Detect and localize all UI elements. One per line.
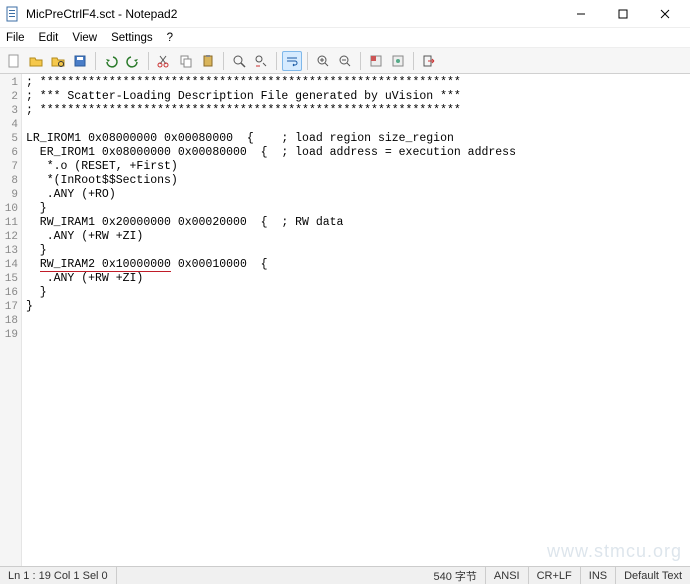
code-line: } [26,286,690,300]
browse-icon[interactable] [48,51,68,71]
word-wrap-icon[interactable] [282,51,302,71]
code-area[interactable]: ; **************************************… [22,74,690,566]
code-line [26,314,690,328]
menu-settings[interactable]: Settings [109,31,155,45]
zoom-out-icon[interactable] [335,51,355,71]
open-file-icon[interactable] [26,51,46,71]
line-number: 17 [0,300,18,314]
line-number: 11 [0,216,18,230]
cut-icon[interactable] [154,51,174,71]
toolbar [0,48,690,74]
line-number: 16 [0,286,18,300]
code-line: *.o (RESET, +First) [26,160,690,174]
code-line: } [26,300,690,314]
separator [148,52,149,70]
find-icon[interactable] [229,51,249,71]
code-line: ER_IROM1 0x08000000 0x00080000 { ; load … [26,146,690,160]
line-number: 2 [0,90,18,104]
code-line [26,118,690,132]
status-lexer[interactable]: Default Text [616,567,690,584]
menu-help[interactable]: ? [165,31,175,45]
code-line: } [26,244,690,258]
line-number: 13 [0,244,18,258]
line-number: 9 [0,188,18,202]
undo-icon[interactable] [101,51,121,71]
code-line: .ANY (+RO) [26,188,690,202]
maximize-button[interactable] [602,0,644,28]
redo-icon[interactable] [123,51,143,71]
line-number: 10 [0,202,18,216]
replace-icon[interactable] [251,51,271,71]
code-line [26,328,690,342]
status-encoding[interactable]: ANSI [486,567,529,584]
exit-icon[interactable] [419,51,439,71]
scheme-icon[interactable] [366,51,386,71]
line-number: 19 [0,328,18,342]
menu-edit[interactable]: Edit [37,31,61,45]
separator [95,52,96,70]
close-button[interactable] [644,0,686,28]
line-number: 8 [0,174,18,188]
menu-file[interactable]: File [4,31,27,45]
menubar: File Edit View Settings ? [0,28,690,48]
line-number: 3 [0,104,18,118]
line-number: 5 [0,132,18,146]
line-number: 12 [0,230,18,244]
status-insert-mode[interactable]: INS [581,567,616,584]
line-number: 6 [0,146,18,160]
line-number: 4 [0,118,18,132]
save-icon[interactable] [70,51,90,71]
paste-icon[interactable] [198,51,218,71]
copy-icon[interactable] [176,51,196,71]
window-title: MicPreCtrlF4.sct - Notepad2 [26,7,560,21]
code-line: ; **************************************… [26,76,690,90]
line-number: 15 [0,272,18,286]
status-eol[interactable]: CR+LF [529,567,581,584]
status-position: Ln 1 : 19 Col 1 Sel 0 [0,567,117,584]
line-number: 7 [0,160,18,174]
code-line: *(InRoot$$Sections) [26,174,690,188]
window-buttons [560,0,686,28]
code-line: ; *** Scatter-Loading Description File g… [26,90,690,104]
separator [360,52,361,70]
line-number-gutter: 12345678910111213141516171819 [0,74,22,566]
editor: 12345678910111213141516171819 ; ********… [0,74,690,566]
separator [276,52,277,70]
code-line: LR_IROM1 0x08000000 0x00080000 { ; load … [26,132,690,146]
line-number: 14 [0,258,18,272]
code-line: .ANY (+RW +ZI) [26,272,690,286]
minimize-button[interactable] [560,0,602,28]
code-line: ; **************************************… [26,104,690,118]
zoom-in-icon[interactable] [313,51,333,71]
code-line: .ANY (+RW +ZI) [26,230,690,244]
separator [223,52,224,70]
menu-view[interactable]: View [70,31,99,45]
separator [413,52,414,70]
line-number: 1 [0,76,18,90]
separator [307,52,308,70]
line-number: 18 [0,314,18,328]
code-line: RW_IRAM1 0x20000000 0x00020000 { ; RW da… [26,216,690,230]
app-icon [4,6,20,22]
code-line: RW_IRAM2 0x10000000 0x00010000 { [26,258,690,272]
status-bytes: 540 字节 [426,567,486,584]
customize-icon[interactable] [388,51,408,71]
red-underline: RW_IRAM2 0x10000000 [40,258,171,272]
titlebar: MicPreCtrlF4.sct - Notepad2 [0,0,690,28]
code-line: } [26,202,690,216]
new-file-icon[interactable] [4,51,24,71]
statusbar: Ln 1 : 19 Col 1 Sel 0 540 字节 ANSI CR+LF … [0,566,690,584]
